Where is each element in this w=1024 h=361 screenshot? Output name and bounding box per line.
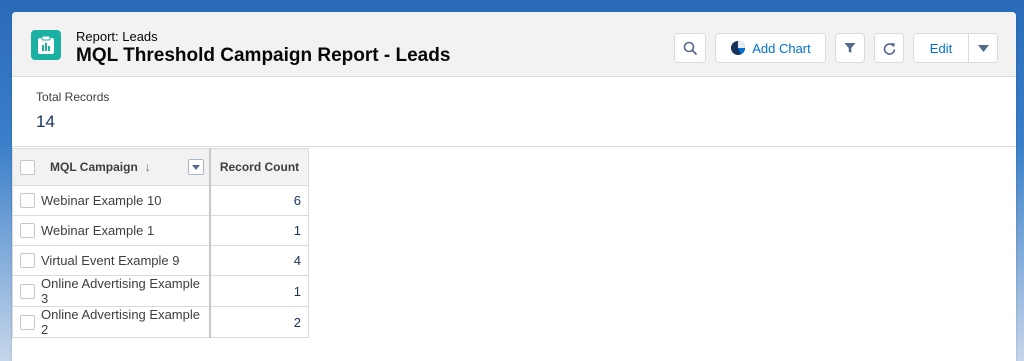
campaign-name: Webinar Example 1 (41, 223, 155, 238)
column-header-mql-campaign[interactable]: MQL Campaign ↓ (12, 148, 211, 186)
chart-icon (731, 41, 746, 55)
total-records-value: 14 (36, 112, 55, 131)
report-header: Report: Leads MQL Threshold Campaign Rep… (12, 12, 1016, 77)
chevron-down-icon (192, 164, 200, 170)
add-chart-label: Add Chart (752, 40, 811, 56)
row-checkbox[interactable] (20, 283, 35, 299)
column-label: Record Count (219, 160, 300, 174)
filter-button[interactable] (835, 33, 865, 63)
record-count-cell: 1 (209, 215, 309, 246)
table-row: Online Advertising Example 2 2 (12, 306, 309, 338)
search-button[interactable] (674, 33, 706, 63)
total-records-label: Total Records (36, 90, 110, 104)
campaign-name: Online Advertising Example 2 (41, 307, 200, 337)
record-count-cell: 6 (209, 185, 309, 216)
chevron-down-icon (977, 44, 989, 52)
row-checkbox[interactable] (20, 253, 35, 268)
column-label: MQL Campaign (50, 160, 138, 174)
edit-button-group: Edit (913, 33, 998, 63)
table-row: Online Advertising Example 3 1 (12, 275, 309, 307)
record-count-cell: 4 (209, 245, 309, 276)
table-header-row: MQL Campaign ↓ Record Count (12, 148, 309, 186)
table-row: Webinar Example 10 6 (12, 185, 309, 216)
campaign-name: Webinar Example 10 (41, 193, 162, 208)
page-title: MQL Threshold Campaign Report - Leads (76, 45, 451, 66)
record-count-cell: 2 (209, 306, 309, 338)
report-card: Report: Leads MQL Threshold Campaign Rep… (12, 12, 1016, 361)
edit-button[interactable]: Edit (914, 34, 969, 62)
campaign-name: Online Advertising Example 3 (41, 276, 200, 306)
search-icon (683, 41, 697, 55)
refresh-icon (883, 42, 895, 55)
report-icon (31, 30, 61, 60)
filter-icon (844, 43, 856, 53)
sort-arrow-down-icon[interactable]: ↓ (145, 160, 151, 174)
add-chart-button[interactable]: Add Chart (715, 33, 826, 63)
table-row: Webinar Example 1 1 (12, 215, 309, 246)
column-header-record-count[interactable]: Record Count (209, 148, 309, 186)
select-all-checkbox[interactable] (20, 159, 35, 175)
row-checkbox[interactable] (20, 223, 35, 238)
more-actions-dropdown[interactable] (969, 34, 997, 62)
summary-panel: Total Records 14 (12, 76, 1016, 147)
refresh-button[interactable] (874, 33, 904, 63)
table-row: Virtual Event Example 9 4 (12, 245, 309, 276)
row-checkbox[interactable] (20, 193, 35, 208)
report-type-label: Report: Leads (76, 29, 158, 44)
row-checkbox[interactable] (20, 314, 35, 330)
report-table: MQL Campaign ↓ Record Count Webinar Exam… (12, 148, 309, 338)
campaign-name: Virtual Event Example 9 (41, 253, 180, 268)
record-count-cell: 1 (209, 275, 309, 307)
column-menu-button[interactable] (188, 159, 204, 175)
